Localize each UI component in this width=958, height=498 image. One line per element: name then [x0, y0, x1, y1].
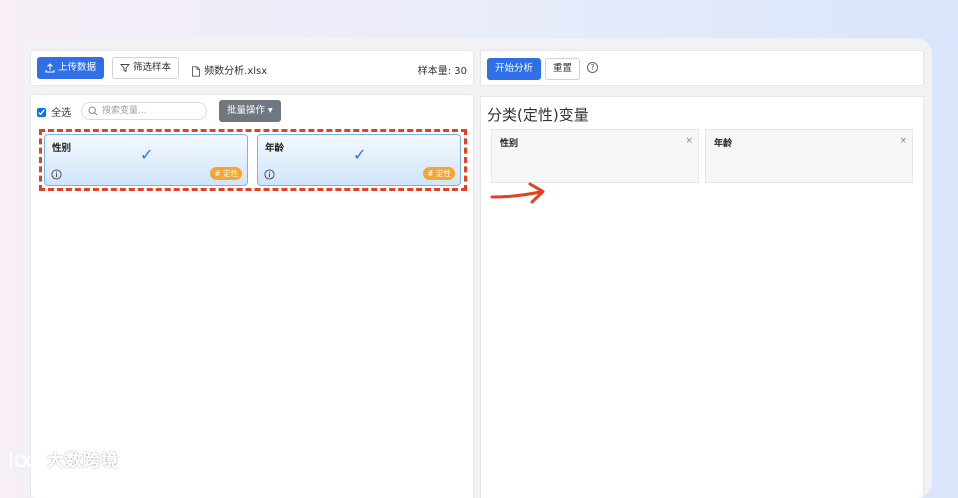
watermark-text: 大数跨境 — [46, 451, 119, 471]
variable-name: 年龄 — [265, 143, 285, 154]
sample-size: 样本量: 30 — [418, 62, 467, 77]
search-input[interactable] — [102, 103, 202, 119]
brand-logo-icon — [9, 452, 39, 468]
left-toolbar: 上传数据 筛选样本 频数分析.xlsx 样本量: 30 — [30, 50, 474, 86]
batch-operations-label: 批量操作 — [227, 105, 266, 116]
close-icon[interactable]: × — [899, 136, 907, 146]
app-window: 上传数据 筛选样本 频数分析.xlsx 样本量: 30 开始分析 重置 ? 全选 — [22, 38, 932, 498]
sample-size-value: 30 — [454, 66, 467, 77]
variable-list-panel: 全选 批量操作 ▼ 性别 ✓ # 定性 年龄 ✓ — [30, 94, 474, 498]
search-box[interactable] — [81, 102, 207, 120]
search-icon — [88, 106, 98, 116]
select-all-label: 全选 — [51, 108, 72, 119]
variable-name: 性别 — [52, 143, 72, 154]
info-icon[interactable] — [51, 169, 62, 180]
select-all-checkbox[interactable] — [37, 108, 46, 117]
file-name: 频数分析.xlsx — [191, 62, 267, 77]
selected-variable[interactable]: 性别 × — [491, 129, 699, 183]
upload-icon — [45, 62, 55, 73]
upload-data-button[interactable]: 上传数据 — [37, 57, 105, 79]
watermark: 大数跨境 — [8, 446, 119, 471]
selected-variable-name: 性别 — [500, 139, 519, 149]
sample-size-label: 样本量: — [417, 66, 452, 77]
start-analysis-button[interactable]: 开始分析 — [487, 58, 542, 80]
filter-icon — [120, 63, 130, 72]
right-toolbar: 开始分析 重置 ? — [480, 50, 924, 86]
variable-card[interactable]: 性别 ✓ # 定性 — [44, 134, 248, 186]
check-icon: ✓ — [353, 145, 367, 164]
selected-variable[interactable]: 年龄 × — [705, 129, 913, 183]
check-icon: ✓ — [140, 145, 154, 164]
info-icon[interactable] — [264, 169, 275, 180]
analysis-panel: 分类(定性)变量 性别 × 年龄 × — [480, 96, 924, 498]
arrow-icon — [490, 182, 545, 204]
batch-operations-button[interactable]: 批量操作 ▼ — [219, 100, 281, 122]
close-icon[interactable]: × — [685, 136, 693, 146]
caret-down-icon: ▼ — [268, 107, 273, 114]
reset-button[interactable]: 重置 — [545, 58, 581, 80]
select-all[interactable]: 全选 — [37, 104, 71, 119]
variable-card[interactable]: 年龄 ✓ # 定性 — [257, 134, 461, 186]
help-icon[interactable]: ? — [587, 62, 598, 73]
panel-title: 分类(定性)变量 — [487, 106, 589, 124]
filter-sample-button[interactable]: 筛选样本 — [112, 57, 180, 79]
upload-data-label: 上传数据 — [58, 62, 97, 73]
qualitative-tag: # 定性 — [423, 167, 455, 180]
selected-variable-name: 年龄 — [714, 139, 733, 149]
filter-sample-label: 筛选样本 — [133, 62, 172, 73]
file-icon — [192, 65, 200, 77]
file-name-text: 频数分析.xlsx — [204, 66, 268, 77]
qualitative-tag: # 定性 — [210, 167, 242, 180]
